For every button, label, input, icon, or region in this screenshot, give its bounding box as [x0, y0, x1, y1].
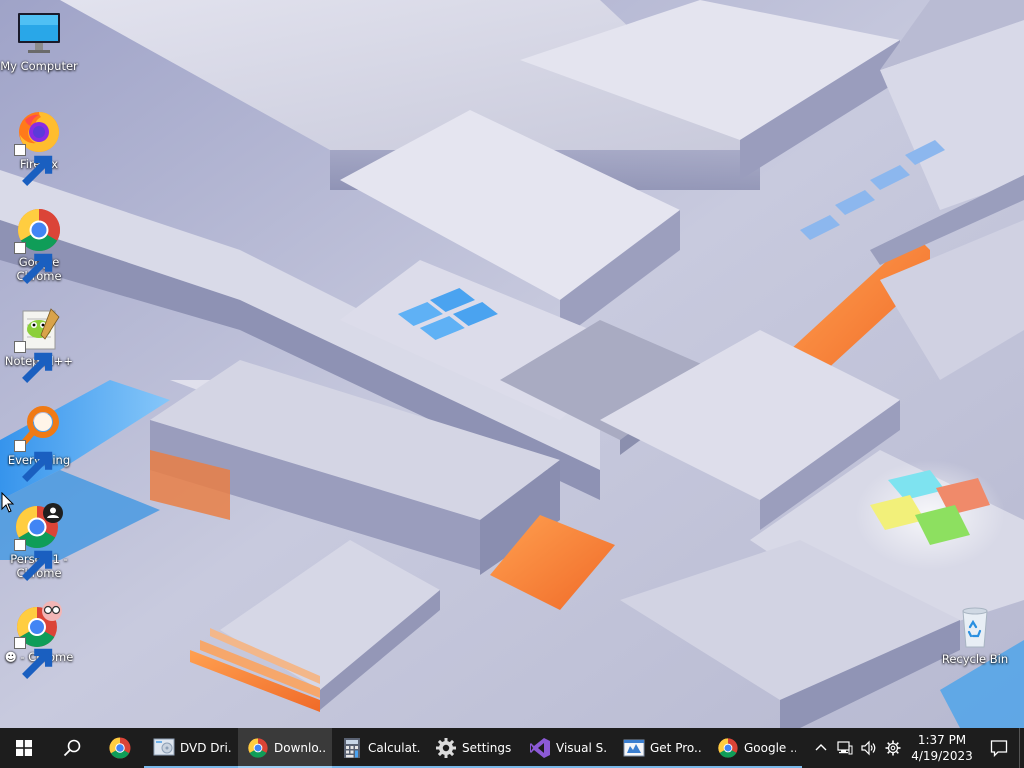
windows-start-icon — [16, 740, 32, 756]
volume-button[interactable] — [857, 728, 881, 768]
chrome-icon — [109, 737, 131, 759]
mouse-cursor-icon — [1, 491, 15, 514]
desktop-icon-label: Recycle Bin — [941, 652, 1009, 666]
search-icon — [63, 739, 81, 757]
gear-icon — [435, 737, 457, 759]
desktop-icon-google-chrome[interactable]: Google Chrome — [0, 206, 79, 284]
visual-studio-icon — [529, 737, 551, 759]
desktop-icon-my-computer[interactable]: My Computer — [0, 10, 79, 73]
notification-icon — [990, 740, 1008, 757]
taskbar-pinned-chrome[interactable] — [96, 728, 144, 768]
shortcut-arrow-icon — [14, 440, 53, 482]
taskbar-item-calculator[interactable]: Calculat... — [332, 728, 426, 768]
shortcut-arrow-icon — [14, 539, 53, 581]
tray-settings-button[interactable] — [881, 728, 905, 768]
calculator-icon — [341, 737, 363, 759]
taskbar-item-downloads-chrome[interactable]: Downlo... — [238, 728, 332, 768]
chrome-icon — [14, 206, 63, 284]
network-icon — [837, 741, 853, 755]
shortcut-arrow-icon — [14, 144, 53, 186]
taskbar-item-label: Get Pro... — [650, 741, 702, 755]
gear-icon — [885, 740, 901, 756]
shortcut-arrow-icon — [14, 637, 53, 679]
clock[interactable]: 1:37 PM 4/19/2023 — [905, 732, 979, 764]
desktop-icon-everything[interactable]: Everything — [0, 404, 79, 482]
taskbar-item-google-chrome[interactable]: Google ... — [708, 728, 802, 768]
start-button[interactable] — [0, 728, 48, 768]
chevron-up-icon — [815, 744, 827, 751]
shortcut-arrow-icon — [14, 341, 53, 383]
wallpaper-art — [0, 0, 1024, 728]
notepadpp-icon — [14, 305, 63, 383]
search-button[interactable] — [48, 728, 96, 768]
taskbar-item-settings[interactable]: Settings — [426, 728, 520, 768]
taskbar-item-label: Visual S... — [556, 741, 608, 755]
chrome-profile-icon — [14, 503, 63, 581]
shortcut-arrow-icon — [14, 242, 53, 284]
taskbar-item-label: Calculat... — [368, 741, 420, 755]
desktop-icon-label: My Computer — [0, 59, 78, 73]
recycle-bin-icon — [951, 603, 999, 651]
taskbar-item-label: DVD Dri... — [180, 741, 232, 755]
network-button[interactable] — [833, 728, 857, 768]
desktop-icon-notepadpp[interactable]: Notepad++ — [0, 305, 79, 383]
desktop-icon-smiley-chrome[interactable]: ☻ - Chrome — [0, 601, 79, 679]
chrome-glasses-icon — [14, 601, 63, 679]
clock-time: 1:37 PM — [917, 733, 967, 747]
show-hidden-icons-button[interactable] — [809, 728, 833, 768]
chrome-icon — [717, 737, 739, 759]
action-center-button[interactable] — [979, 728, 1019, 768]
desktop-wallpaper — [0, 0, 1024, 728]
taskbar-item-label: Settings — [462, 741, 512, 755]
task-window-icon — [623, 737, 645, 759]
system-tray: 1:37 PM 4/19/2023 — [809, 728, 1024, 768]
taskbar-item-get-processes[interactable]: Get Pro... — [614, 728, 708, 768]
dvd-drive-icon — [153, 737, 175, 759]
show-desktop-button[interactable] — [1019, 728, 1024, 768]
desktop-icon-person1-chrome[interactable]: Person 1 - Chrome — [0, 503, 79, 581]
volume-icon — [861, 740, 876, 756]
monitor-icon — [15, 10, 63, 58]
desktop-icon-recycle-bin[interactable]: Recycle Bin — [935, 603, 1015, 666]
taskbar-item-label: Google ... — [744, 741, 796, 755]
magnifier-icon — [14, 404, 63, 482]
taskbar-item-dvd-drive[interactable]: DVD Dri... — [144, 728, 238, 768]
desktop-icon-firefox[interactable]: Firefox — [0, 108, 79, 186]
firefox-icon — [14, 108, 63, 186]
clock-date: 4/19/2023 — [911, 749, 973, 763]
chrome-icon — [247, 737, 269, 759]
taskbar-item-label: Downlo... — [274, 741, 326, 755]
taskbar-item-visual-studio[interactable]: Visual S... — [520, 728, 614, 768]
taskbar: DVD Dri... Downlo... Calculat. — [0, 728, 1024, 768]
